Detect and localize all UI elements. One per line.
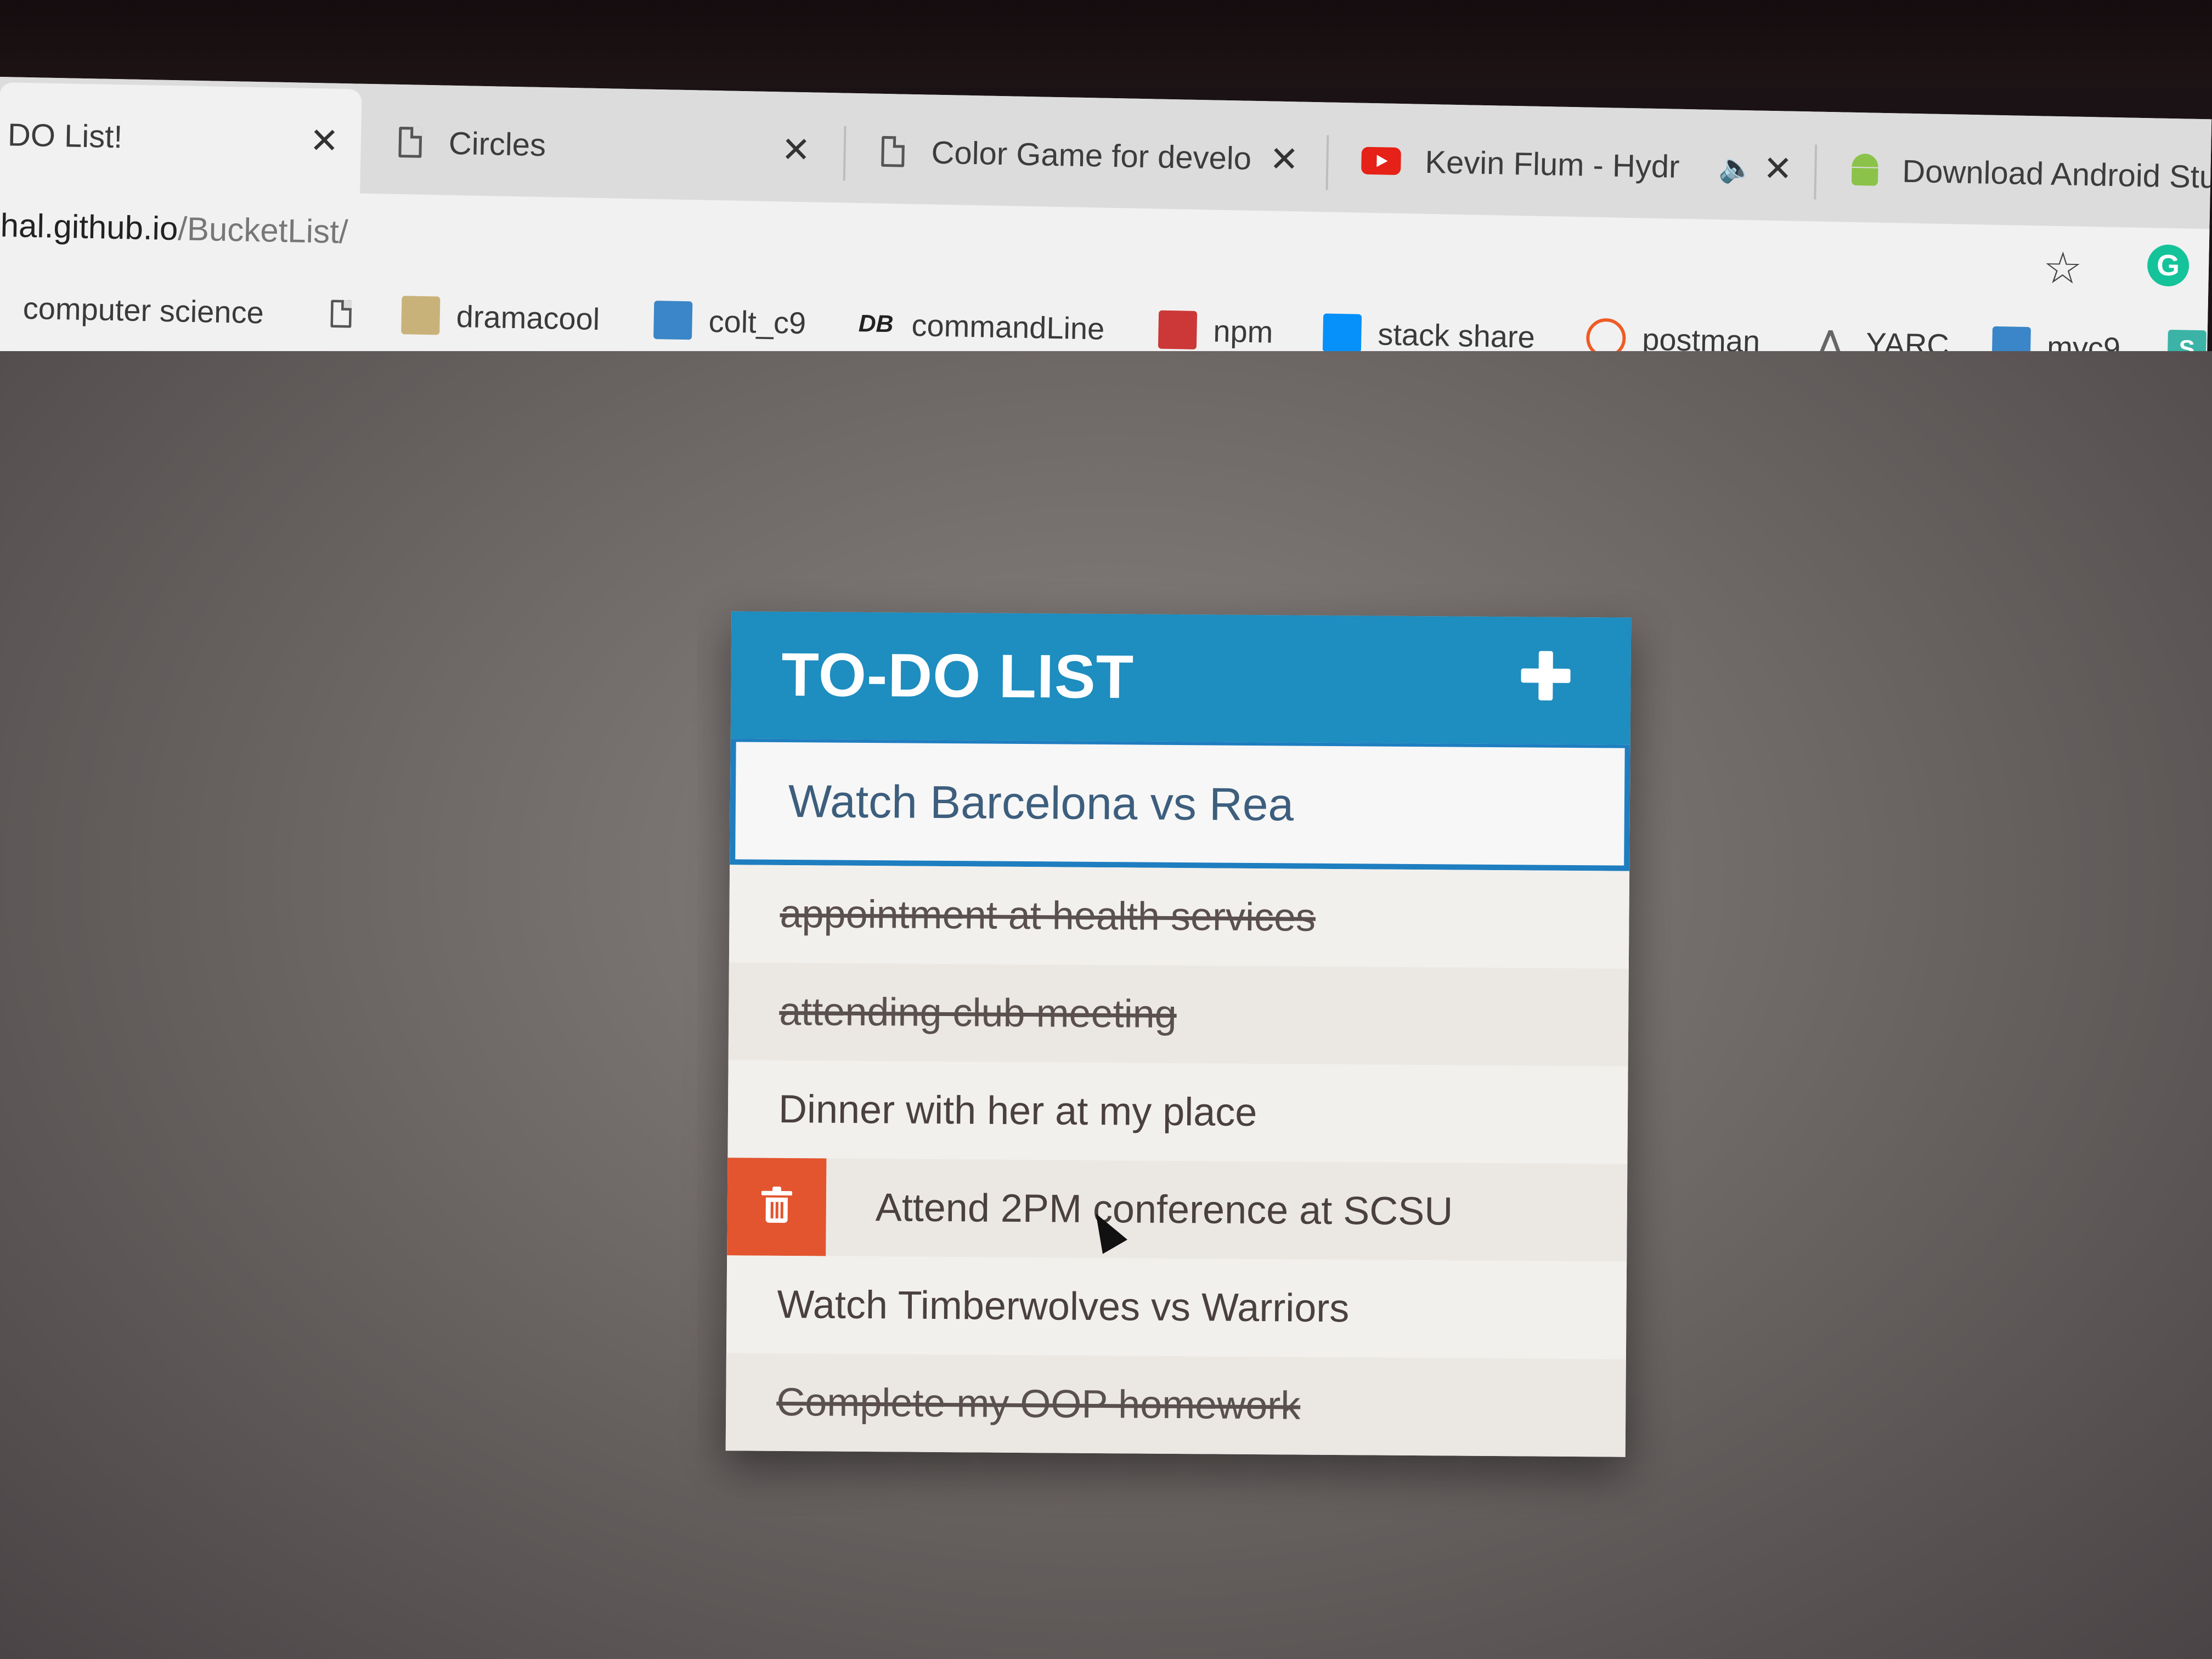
tab-color-game[interactable]: Color Game for develo ✕ bbox=[854, 99, 1322, 212]
bookmark-label: commandLine bbox=[911, 307, 1105, 346]
tab-title: Download Android Stu bbox=[1901, 153, 2211, 195]
new-todo-input[interactable] bbox=[730, 738, 1630, 871]
tab-title: DO List! bbox=[7, 116, 123, 155]
address-bar[interactable]: hal.github.io/BucketList/ bbox=[0, 187, 349, 270]
todo-item[interactable]: Complete my OOP homework bbox=[725, 1353, 1626, 1457]
youtube-icon bbox=[1359, 142, 1403, 181]
todo-text: Complete my OOP homework bbox=[776, 1380, 1301, 1428]
todo-card: TO-DO LIST appointment at health service… bbox=[725, 611, 1632, 1457]
share-icon bbox=[1322, 313, 1362, 353]
tab-title: Color Game for develo bbox=[931, 134, 1252, 177]
close-icon[interactable]: ✕ bbox=[309, 120, 340, 161]
npm-icon bbox=[1158, 310, 1198, 349]
tab-title: Kevin Flum - Hydr bbox=[1424, 144, 1680, 185]
speaker-icon[interactable]: 🔈 bbox=[1718, 151, 1754, 185]
tab-separator bbox=[843, 126, 847, 181]
tab-youtube[interactable]: Kevin Flum - Hydr 🔈 ✕ bbox=[1336, 108, 1815, 222]
bookmark-label: npm bbox=[1212, 313, 1274, 349]
page-title: TO-DO LIST bbox=[781, 640, 1135, 712]
bookmark-label: dramacool bbox=[456, 298, 600, 336]
dramacool-icon bbox=[401, 296, 441, 335]
bookmark-star-icon[interactable]: ☆ bbox=[2042, 242, 2083, 294]
trash-icon bbox=[761, 1186, 792, 1223]
bookmark-computer-science[interactable]: computer science bbox=[22, 264, 264, 356]
todo-item[interactable]: appointment at health services bbox=[729, 865, 1630, 969]
close-icon[interactable]: ✕ bbox=[1269, 138, 1299, 180]
todo-text: Watch Timberwolves vs Warriors bbox=[777, 1282, 1350, 1331]
page-content: TO-DO LIST appointment at health service… bbox=[0, 351, 2212, 1659]
close-icon[interactable]: ✕ bbox=[1763, 148, 1793, 189]
tab-title: Circles bbox=[448, 125, 546, 163]
delete-button[interactable] bbox=[727, 1158, 827, 1256]
grammarly-icon[interactable]: G bbox=[2147, 244, 2190, 287]
page-icon bbox=[876, 132, 910, 171]
tab-circles[interactable]: Circles ✕ bbox=[371, 89, 833, 202]
todo-text: appointment at health services bbox=[780, 891, 1316, 940]
tab-android-studio[interactable]: Download Android Stu bbox=[1825, 117, 2212, 229]
todo-text: Attend 2PM conference at SCSU bbox=[875, 1186, 1453, 1234]
todo-item[interactable]: Attend 2PM conference at SCSU bbox=[727, 1158, 1628, 1262]
todo-list: appointment at health services attending… bbox=[725, 865, 1630, 1457]
tab-separator bbox=[1814, 144, 1818, 200]
db-icon: DB bbox=[858, 310, 894, 338]
todo-text: Dinner with her at my place bbox=[778, 1087, 1257, 1135]
bookmark-label: stack share bbox=[1377, 316, 1536, 354]
todo-text: attending club meeting bbox=[778, 989, 1177, 1036]
todo-item[interactable]: attending club meeting bbox=[728, 962, 1629, 1066]
bookmark-page[interactable] bbox=[324, 269, 375, 358]
url-host: hal.github.io bbox=[0, 206, 178, 247]
monitor-bezel bbox=[0, 0, 2212, 88]
todo-header: TO-DO LIST bbox=[730, 611, 1632, 745]
url-path: /BucketList/ bbox=[177, 210, 349, 250]
page-icon bbox=[324, 294, 358, 333]
bookmark-dramacool[interactable]: dramacool bbox=[400, 271, 600, 363]
close-icon[interactable]: ✕ bbox=[781, 129, 811, 171]
android-icon bbox=[1847, 151, 1881, 190]
tab-todo-list[interactable]: DO List! ✕ bbox=[0, 82, 362, 194]
todo-item[interactable]: Dinner with her at my place bbox=[727, 1060, 1628, 1164]
todo-item[interactable]: Watch Timberwolves vs Warriors bbox=[726, 1255, 1627, 1359]
bookmark-label: colt_c9 bbox=[708, 303, 806, 340]
tab-separator bbox=[1325, 135, 1329, 190]
bookmark-label: computer science bbox=[22, 290, 264, 330]
plus-icon[interactable] bbox=[1521, 651, 1571, 701]
c9-icon bbox=[653, 300, 693, 340]
page-icon bbox=[393, 123, 427, 162]
